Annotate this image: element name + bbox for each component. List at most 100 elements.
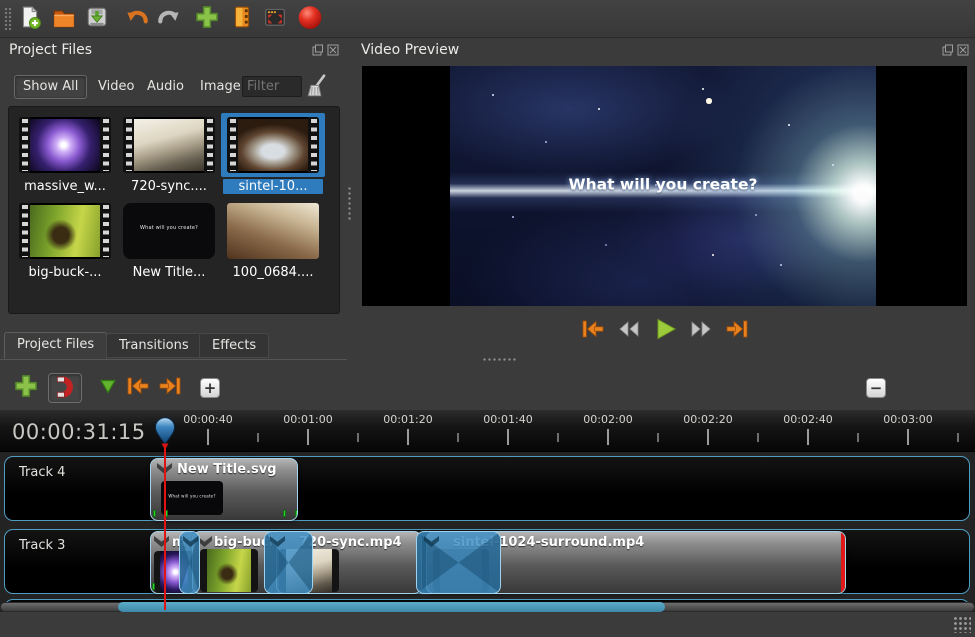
next-marker-icon [157,374,183,402]
window-resize-grip[interactable] [953,616,971,633]
playhead-line[interactable] [164,447,166,610]
new-project-icon [18,5,42,33]
panel-splitter-handle[interactable] [347,186,353,220]
add-marker-button[interactable] [94,375,122,401]
clip-thumb-text: What will you create? [161,494,223,499]
rewind-button[interactable] [613,318,644,345]
toolbar-drag-handle[interactable] [4,7,12,31]
clip-new-title[interactable]: New Title.svg What will you create? [150,458,298,521]
tab-transitions[interactable]: Transitions [106,333,202,358]
import-files-button[interactable] [194,5,220,33]
starfield-decoration [450,66,452,68]
ruler-label: 00:00:40 [173,413,243,426]
project-files-list: massive_w... 720-sync.... sintel-10... b… [8,106,340,314]
transition-1[interactable] [179,531,200,594]
undo-icon [125,5,149,33]
filter-show-all-button[interactable]: Show All [14,75,87,99]
timeline-ruler[interactable]: 00:00:31:15 00:00:40 00:01:00 00:01:20 0… [0,410,975,452]
track-4[interactable]: Track 4 [4,456,970,521]
transition-3[interactable] [416,531,501,594]
clip-title: 720-sync.mp4 [299,535,402,550]
clip-trim-edge[interactable] [841,532,845,593]
transition-2[interactable] [264,531,313,594]
rewind-icon [615,317,643,345]
clip-title: New Title.svg [177,462,277,477]
add-track-icon [13,373,39,403]
playhead-handle[interactable] [152,416,178,452]
file-thumbnail [227,203,319,259]
filter-video-button[interactable]: Video [89,75,143,99]
preview-timeline-splitter-handle[interactable] [482,357,518,363]
next-marker-button[interactable] [156,375,184,401]
previous-marker-icon [125,374,151,402]
tab-pane-divider [0,359,347,360]
add-marker-icon [97,375,119,401]
jump-to-end-button[interactable] [721,318,752,345]
previous-marker-button[interactable] [124,375,152,401]
ruler-label: 00:02:00 [573,413,643,426]
keyframe-marker [153,510,156,517]
tab-project-files[interactable]: Project Files [4,332,107,359]
clip-menu-chevron-icon[interactable] [154,536,169,547]
float-panel-icon[interactable] [312,44,324,56]
ruler-label: 00:01:20 [373,413,443,426]
fullscreen-icon [263,5,287,33]
float-panel-icon[interactable] [942,44,954,56]
video-frame: What will you create? [450,66,876,306]
export-video-button[interactable] [297,5,323,33]
export-video-icon [297,4,323,34]
zoom-out-icon: − [870,381,883,396]
broom-icon [305,88,329,103]
file-label: 100_0684.... [223,265,323,280]
choose-profile-button[interactable] [229,5,255,33]
save-project-button[interactable] [84,5,110,33]
file-label-selected: sintel-10... [223,179,323,194]
redo-icon [157,5,181,33]
open-project-button[interactable] [51,5,77,33]
play-button[interactable] [649,318,680,345]
title-thumb-text: What will you create? [123,225,215,231]
ruler-label: 00:03:00 [873,413,943,426]
undo-button[interactable] [124,5,150,33]
timeline-scrollbar-thumb[interactable] [118,602,665,612]
file-thumbnail: What will you create? [123,203,215,259]
magnet-icon [53,374,77,402]
snapping-toggle[interactable] [48,373,82,403]
zoom-out-button[interactable]: − [866,378,886,398]
keyframe-marker [152,583,155,590]
file-label: massive_w... [15,179,115,194]
choose-profile-icon [230,5,254,33]
import-files-icon [194,4,220,34]
zoom-in-button[interactable]: + [200,378,220,398]
ruler-label: 00:02:40 [773,413,843,426]
timeline-toolbar: + − 20 seconds [0,366,975,410]
file-thumbnail [123,117,215,173]
file-label: New Title... [119,265,219,280]
new-project-button[interactable] [17,5,43,33]
filter-audio-button[interactable]: Audio [138,75,193,99]
add-track-button[interactable] [12,375,40,401]
play-icon [651,316,679,346]
open-project-icon [52,5,76,33]
video-preview-canvas[interactable]: What will you create? [362,66,967,306]
redo-button[interactable] [156,5,182,33]
fast-forward-icon [687,317,715,345]
fast-forward-button[interactable] [685,318,716,345]
tab-effects[interactable]: Effects [199,333,269,358]
project-files-panel-title: Project Files [0,42,92,58]
close-panel-icon[interactable] [957,44,969,56]
clear-filter-button[interactable] [305,73,329,103]
video-preview-panel-title: Video Preview [352,42,459,58]
close-panel-icon[interactable] [327,44,339,56]
timeline-tracks-area: Track 4 New Title.svg What will you crea… [0,452,975,612]
jump-to-start-button[interactable] [577,318,608,345]
filter-image-button[interactable]: Image [191,75,250,99]
file-label: big-buck-... [15,265,115,280]
save-project-icon [85,5,109,33]
file-thumbnail [19,203,111,259]
playhead-timecode: 00:00:31:15 [12,420,146,444]
jump-to-start-icon [579,317,607,345]
fullscreen-button[interactable] [262,5,288,33]
filter-input[interactable] [242,76,302,97]
video-preview-panel-header: Video Preview [352,40,975,60]
